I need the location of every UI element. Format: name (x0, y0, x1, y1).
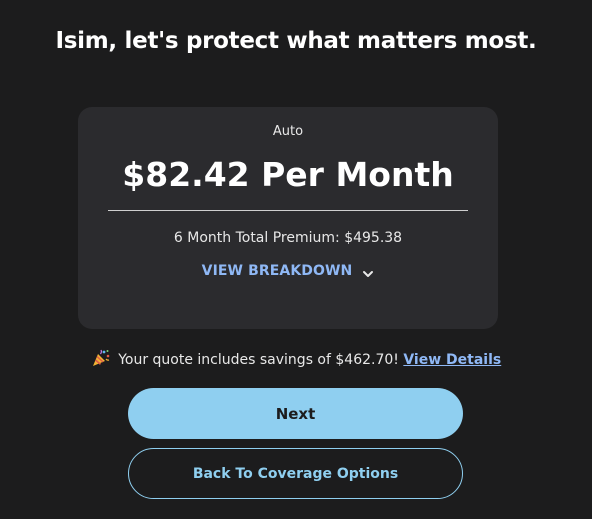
quote-card: Auto $82.42 Per Month 6 Month Total Prem… (78, 107, 498, 329)
total-premium: 6 Month Total Premium: $495.38 (173, 230, 403, 246)
monthly-price: $82.42 Per Month (122, 155, 454, 194)
view-details-link[interactable]: View Details (403, 352, 501, 368)
back-to-coverage-options-button[interactable]: Back To Coverage Options (128, 448, 463, 499)
next-button[interactable]: Next (128, 388, 463, 439)
quote-summary-page: Isim, let's protect what matters most. A… (0, 0, 592, 519)
chevron-down-icon (362, 265, 374, 277)
view-breakdown-label: VIEW BREAKDOWN (201, 263, 353, 279)
party-popper-icon (91, 348, 111, 368)
product-label: Auto (272, 124, 304, 139)
divider (108, 210, 468, 211)
view-breakdown-toggle[interactable]: VIEW BREAKDOWN (78, 263, 498, 279)
savings-message: Your quote includes savings of $462.70! … (0, 348, 592, 368)
page-title: Isim, let's protect what matters most. (55, 28, 537, 54)
savings-text: Your quote includes savings of $462.70! (118, 352, 399, 368)
